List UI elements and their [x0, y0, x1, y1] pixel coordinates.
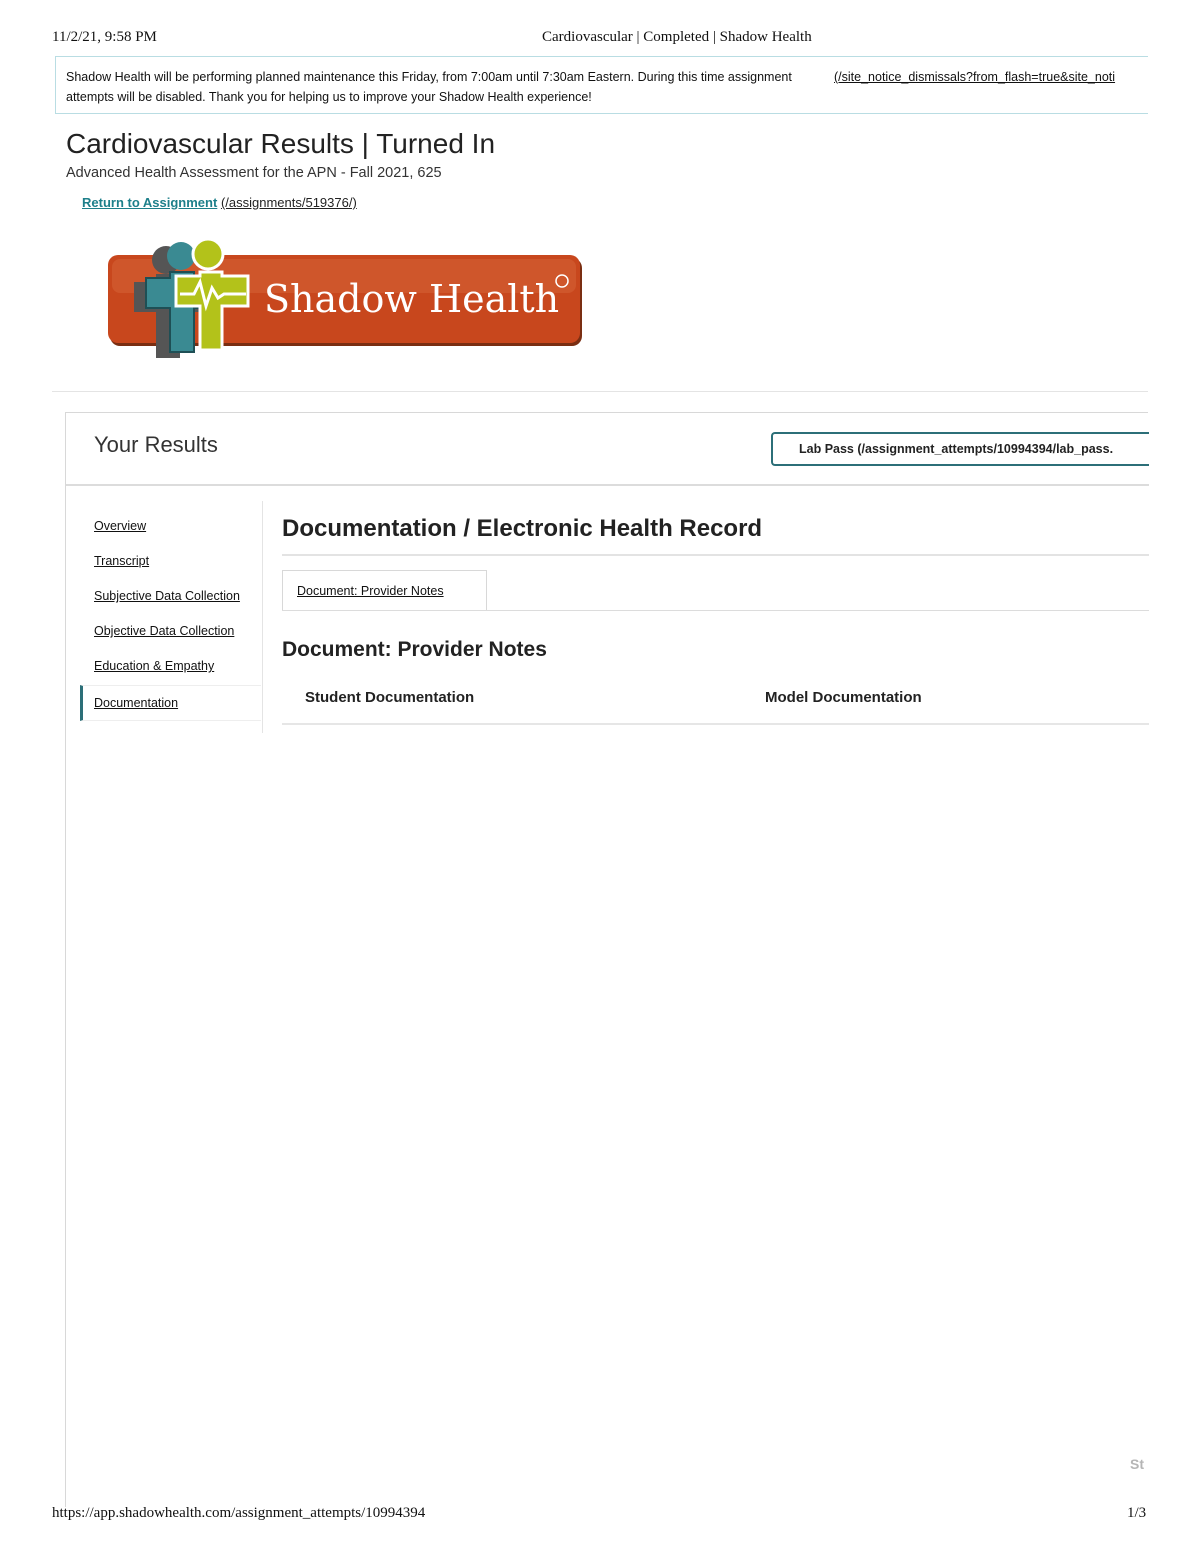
logo-text: Shadow Health: [264, 277, 559, 321]
clipped-text-fragment: St: [1130, 1456, 1144, 1472]
return-to-assignment-link[interactable]: Return to Assignment: [82, 195, 217, 210]
nav-item-education-empathy[interactable]: Education & Empathy: [94, 659, 214, 673]
student-documentation-header: Student Documentation: [305, 689, 475, 706]
header-divider: [52, 391, 1148, 392]
tab-provider-notes[interactable]: Document: Provider Notes: [282, 570, 487, 610]
results-title: Your Results: [94, 432, 218, 457]
print-date: 11/2/21, 9:58 PM: [52, 29, 157, 45]
notice-dismiss-link[interactable]: (/site_notice_dismissals?from_flash=true…: [834, 67, 1115, 87]
lab-pass-button[interactable]: Lab Pass (/assignment_attempts/10994394/…: [771, 432, 1149, 466]
results-header: Your Results Lab Pass (/assignment_attem…: [66, 413, 1149, 486]
model-documentation-header: Model Documentation: [765, 689, 922, 706]
notice-text: Shadow Health will be performing planned…: [66, 70, 792, 104]
nav-item-overview[interactable]: Overview: [94, 519, 146, 533]
return-row: Return to Assignment (/assignments/51937…: [82, 195, 357, 210]
table-header-divider: [282, 723, 1149, 725]
page-title: Cardiovascular Results | Turned In: [66, 128, 496, 159]
heading-divider: [282, 554, 1149, 556]
maintenance-notice: Shadow Health will be performing planned…: [55, 56, 1148, 114]
results-sidenav: Overview Transcript Subjective Data Coll…: [80, 501, 263, 733]
tab-divider: [282, 610, 1149, 611]
nav-item-subjective-data-collection[interactable]: Subjective Data Collection: [94, 589, 240, 603]
course-subtitle: Advanced Health Assessment for the APN -…: [66, 165, 442, 181]
print-page-number: 1/3: [1127, 1505, 1147, 1521]
provider-notes-heading: Document: Provider Notes: [282, 638, 547, 661]
nav-item-transcript[interactable]: Transcript: [94, 554, 149, 568]
shadow-health-logo: Shadow Health: [108, 237, 582, 358]
nav-item-objective-data-collection[interactable]: Objective Data Collection: [94, 624, 234, 638]
results-panel: Your Results Lab Pass (/assignment_attem…: [65, 412, 1149, 1507]
documentation-heading: Documentation / Electronic Health Record: [282, 515, 763, 542]
nav-item-documentation[interactable]: Documentation: [94, 696, 178, 710]
print-url: https://app.shadowhealth.com/assignment_…: [52, 1505, 426, 1521]
return-path: (/assignments/519376/): [220, 195, 357, 210]
print-title: Cardiovascular | Completed | Shadow Heal…: [542, 29, 812, 45]
